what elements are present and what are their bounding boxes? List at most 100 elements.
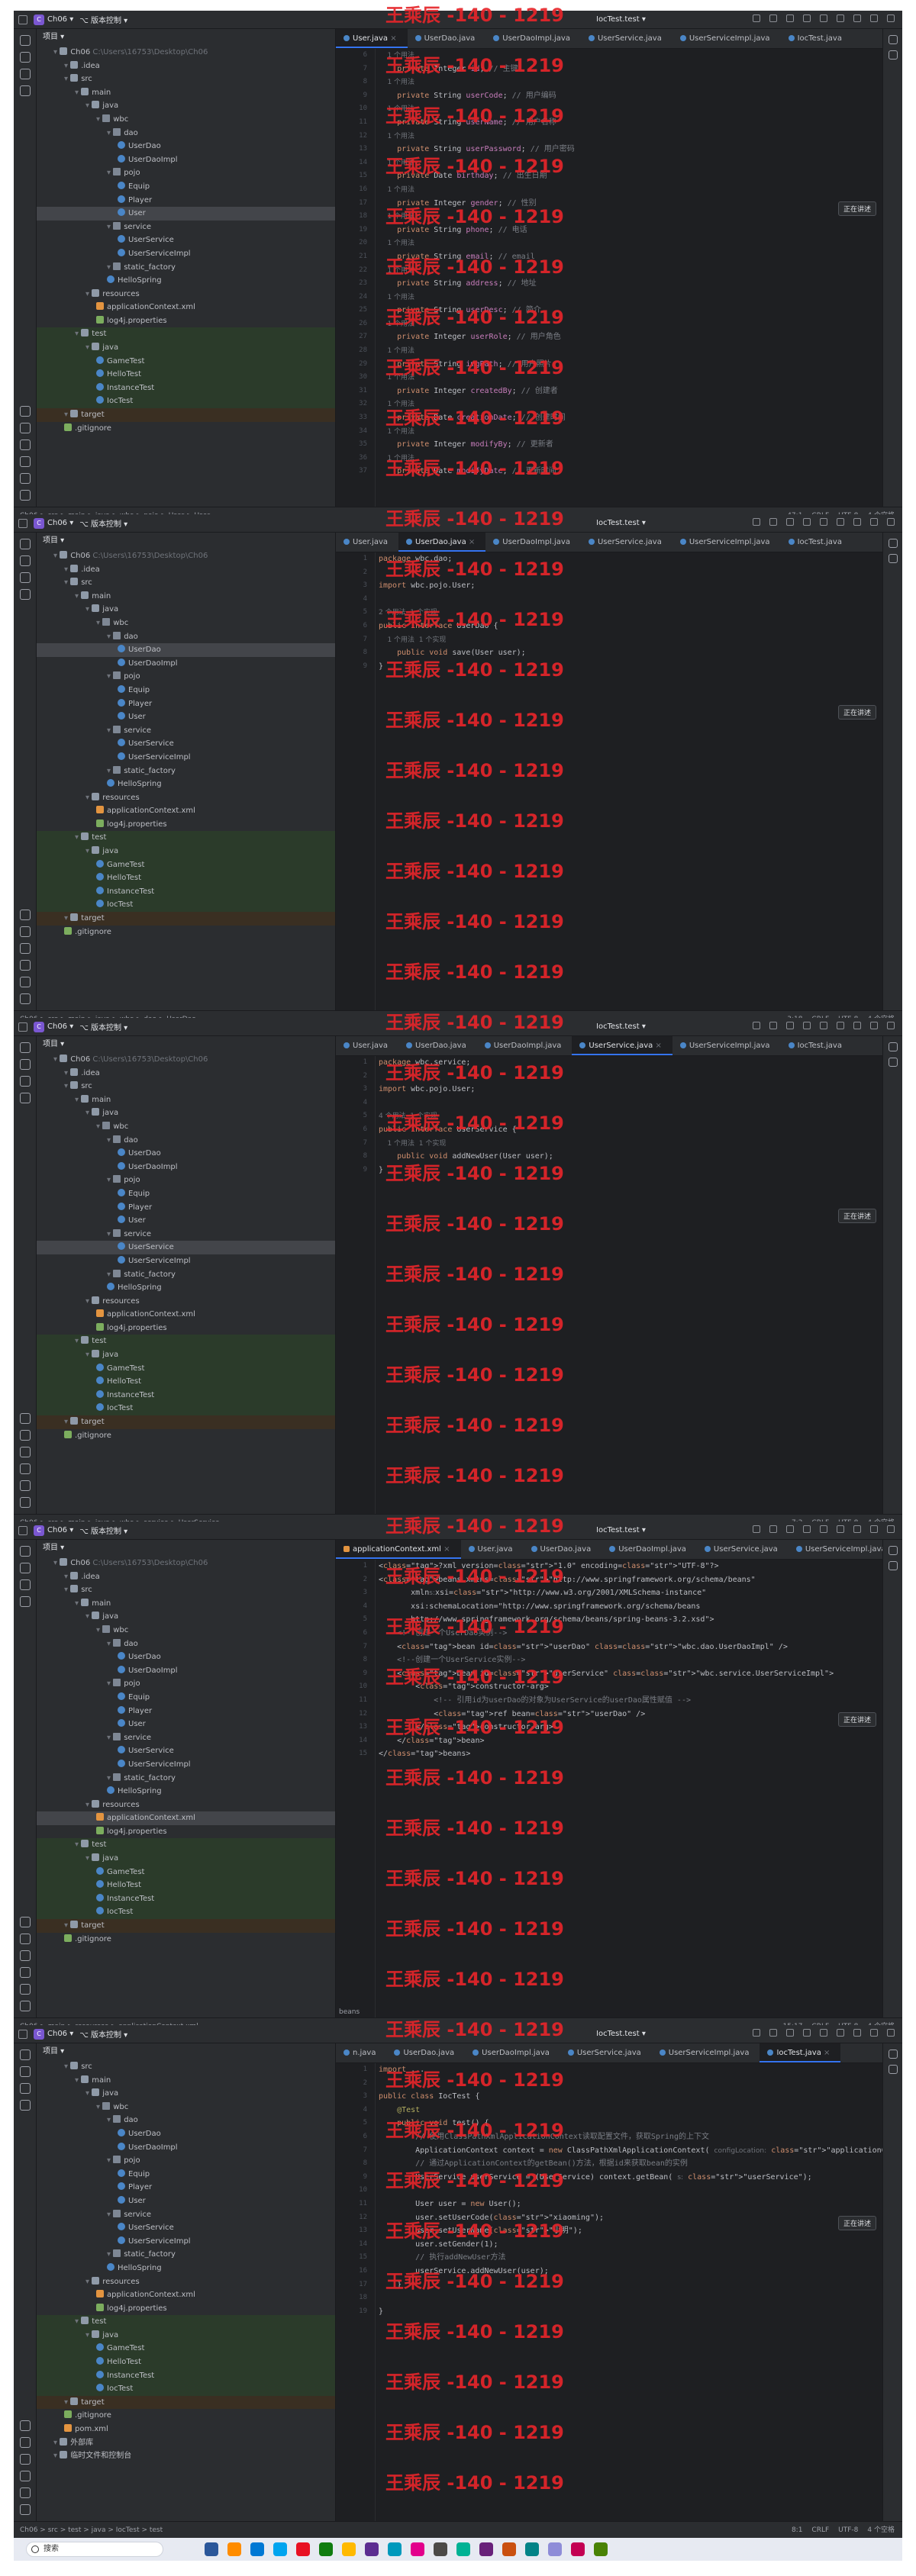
tree-item-hellotest[interactable]: HelloTest xyxy=(37,1375,335,1389)
account-icon[interactable] xyxy=(803,1525,811,1533)
tree-item-userserviceimpl[interactable]: UserServiceImpl xyxy=(37,1758,335,1772)
taskbar-app-icon[interactable] xyxy=(250,2542,264,2556)
tree-item-userdao[interactable]: UserDao xyxy=(37,643,335,657)
debug-icon[interactable] xyxy=(769,518,777,526)
tree-item-userdao[interactable]: UserDao xyxy=(37,1650,335,1664)
tree-item-resources[interactable]: ▾ resources xyxy=(37,288,335,301)
commit-icon[interactable] xyxy=(19,1059,31,1070)
database-icon[interactable] xyxy=(888,1561,898,1570)
tree-item-log4j-properties[interactable]: log4j.properties xyxy=(37,1322,335,1335)
terminal-icon[interactable] xyxy=(20,1950,31,1961)
tree-item-player[interactable]: Player xyxy=(37,194,335,208)
taskbar-app-icon[interactable] xyxy=(388,2542,402,2556)
settings-icon[interactable] xyxy=(837,14,844,22)
tree-item-static-factory[interactable]: ▾ static_factory xyxy=(37,1772,335,1785)
tab-userdaoimpl-java[interactable]: UserDaoImpl.java xyxy=(485,533,581,552)
tree-item--idea[interactable]: ▾ .idea xyxy=(37,1067,335,1080)
services-icon[interactable] xyxy=(20,1413,31,1424)
main-menu-icon[interactable] xyxy=(18,518,27,528)
more-icon[interactable] xyxy=(786,518,794,526)
tab-userdao-java[interactable]: UserDao.java xyxy=(408,29,486,48)
tree-item-src[interactable]: ▾ src xyxy=(37,1583,335,1597)
tab-user-java[interactable]: User.java × xyxy=(336,29,408,48)
tree-item-player[interactable]: Player xyxy=(37,1705,335,1718)
tree-item-pojo[interactable]: ▾ pojo xyxy=(37,166,335,180)
tree-item-instancetest[interactable]: InstanceTest xyxy=(37,2368,335,2383)
tree-item-resources[interactable]: ▾ resources xyxy=(37,791,335,805)
settings-icon[interactable] xyxy=(837,1022,844,1029)
minimize-icon[interactable] xyxy=(853,1525,861,1533)
tree-item-equip[interactable]: Equip xyxy=(37,2168,335,2182)
tree-item-hellospring[interactable]: HelloSpring xyxy=(37,778,335,791)
maximize-icon[interactable] xyxy=(870,518,878,526)
maximize-icon[interactable] xyxy=(870,2029,878,2037)
narrator-button[interactable]: 正在讲述 xyxy=(837,1209,876,1223)
main-menu-icon[interactable] xyxy=(18,1525,27,1535)
tree-item--idea[interactable]: ▾ .idea xyxy=(37,563,335,577)
search-icon[interactable] xyxy=(820,1525,827,1533)
tree-item-hellospring[interactable]: HelloSpring xyxy=(37,2262,335,2275)
tree-item-static-factory[interactable]: ▾ static_factory xyxy=(37,2248,335,2262)
tree-item-dao[interactable]: ▾ dao xyxy=(37,630,335,644)
tree-item--gitignore[interactable]: .gitignore xyxy=(37,926,335,939)
problems-icon[interactable] xyxy=(20,456,31,467)
debug-icon[interactable] xyxy=(769,2029,777,2037)
structure-icon[interactable] xyxy=(19,1076,31,1087)
tree-item-applicationcontext-xml[interactable]: applicationContext.xml xyxy=(37,1308,335,1322)
tree-item-test[interactable]: ▾ test xyxy=(37,2315,335,2329)
tree-item-java[interactable]: ▾ java xyxy=(37,1348,335,1362)
tree-item-equip[interactable]: Equip xyxy=(37,684,335,697)
more-icon[interactable] xyxy=(786,1525,794,1533)
run-icon[interactable] xyxy=(753,518,760,526)
tab-userserviceimpl-java[interactable]: UserServiceImpl.java xyxy=(672,29,781,48)
tree-item-dao[interactable]: ▾ dao xyxy=(37,127,335,140)
tree-item-userdaoimpl[interactable]: UserDaoImpl xyxy=(37,657,335,671)
tree-item-applicationcontext-xml[interactable]: applicationContext.xml xyxy=(37,1811,335,1825)
commit-icon[interactable] xyxy=(19,52,31,63)
tree-item-userdaoimpl[interactable]: UserDaoImpl xyxy=(37,1161,335,1174)
tree-item-userserviceimpl[interactable]: UserServiceImpl xyxy=(37,751,335,765)
tree-item-test[interactable]: ▾ test xyxy=(37,327,335,342)
tab-userdaoimpl-java[interactable]: UserDaoImpl.java xyxy=(477,1036,572,1055)
tree-item-log4j-properties[interactable]: log4j.properties xyxy=(37,314,335,328)
tree-item-static-factory[interactable]: ▾ static_factory xyxy=(37,261,335,275)
commit-icon[interactable] xyxy=(19,1563,31,1573)
problems-icon[interactable] xyxy=(20,1967,31,1978)
tree-item-userdao[interactable]: UserDao xyxy=(37,140,335,153)
terminal-icon[interactable] xyxy=(20,2454,31,2465)
tree-item-hellotest[interactable]: HelloTest xyxy=(37,368,335,382)
close-icon[interactable] xyxy=(887,2029,895,2037)
maximize-icon[interactable] xyxy=(870,14,878,22)
tree-item-service[interactable]: ▾ service xyxy=(37,221,335,234)
run-config-selector[interactable]: IocTest.test ▾ xyxy=(596,1526,646,1534)
tree-item-java[interactable]: ▾ java xyxy=(37,1852,335,1866)
tree-item-wbc[interactable]: ▾ wbc xyxy=(37,1120,335,1134)
debug-icon[interactable] xyxy=(769,1525,777,1533)
tree-item-java[interactable]: ▾ java xyxy=(37,99,335,113)
tree-item-instancetest[interactable]: InstanceTest xyxy=(37,1388,335,1402)
settings-icon[interactable] xyxy=(837,1525,844,1533)
tree-item-src[interactable]: ▾ src xyxy=(37,1080,335,1093)
tree-item-src[interactable]: ▾ src xyxy=(37,576,335,590)
tree-item-target[interactable]: ▾ target xyxy=(37,912,335,926)
tree-item-target[interactable]: ▾ target xyxy=(37,408,335,422)
notifications-icon[interactable] xyxy=(888,539,898,548)
tree-item-resources[interactable]: ▾ resources xyxy=(37,1295,335,1309)
narrator-button[interactable]: 正在讲述 xyxy=(837,201,876,216)
tree-item-userservice[interactable]: UserService xyxy=(37,1241,335,1254)
tree-item-dao[interactable]: ▾ dao xyxy=(37,1637,335,1651)
problems-icon[interactable] xyxy=(20,960,31,971)
main-menu-icon[interactable] xyxy=(18,1022,27,1032)
tree-item-wbc[interactable]: ▾ wbc xyxy=(37,1624,335,1637)
commit-icon[interactable] xyxy=(19,2066,31,2077)
tree-item-pojo[interactable]: ▾ pojo xyxy=(37,670,335,684)
tab-userserviceimpl-java[interactable]: UserServiceImpl.java xyxy=(652,2043,760,2062)
search-icon[interactable] xyxy=(820,1022,827,1029)
tree-item-service[interactable]: ▾ service xyxy=(37,2208,335,2222)
tree-item-main[interactable]: ▾ main xyxy=(37,2074,335,2088)
tree-item-test[interactable]: ▾ test xyxy=(37,1838,335,1853)
todo-icon[interactable] xyxy=(20,993,31,1004)
commit-icon[interactable] xyxy=(19,555,31,566)
run-tool-icon[interactable] xyxy=(20,1934,31,1944)
tree-item-java[interactable]: ▾ java xyxy=(37,1106,335,1120)
